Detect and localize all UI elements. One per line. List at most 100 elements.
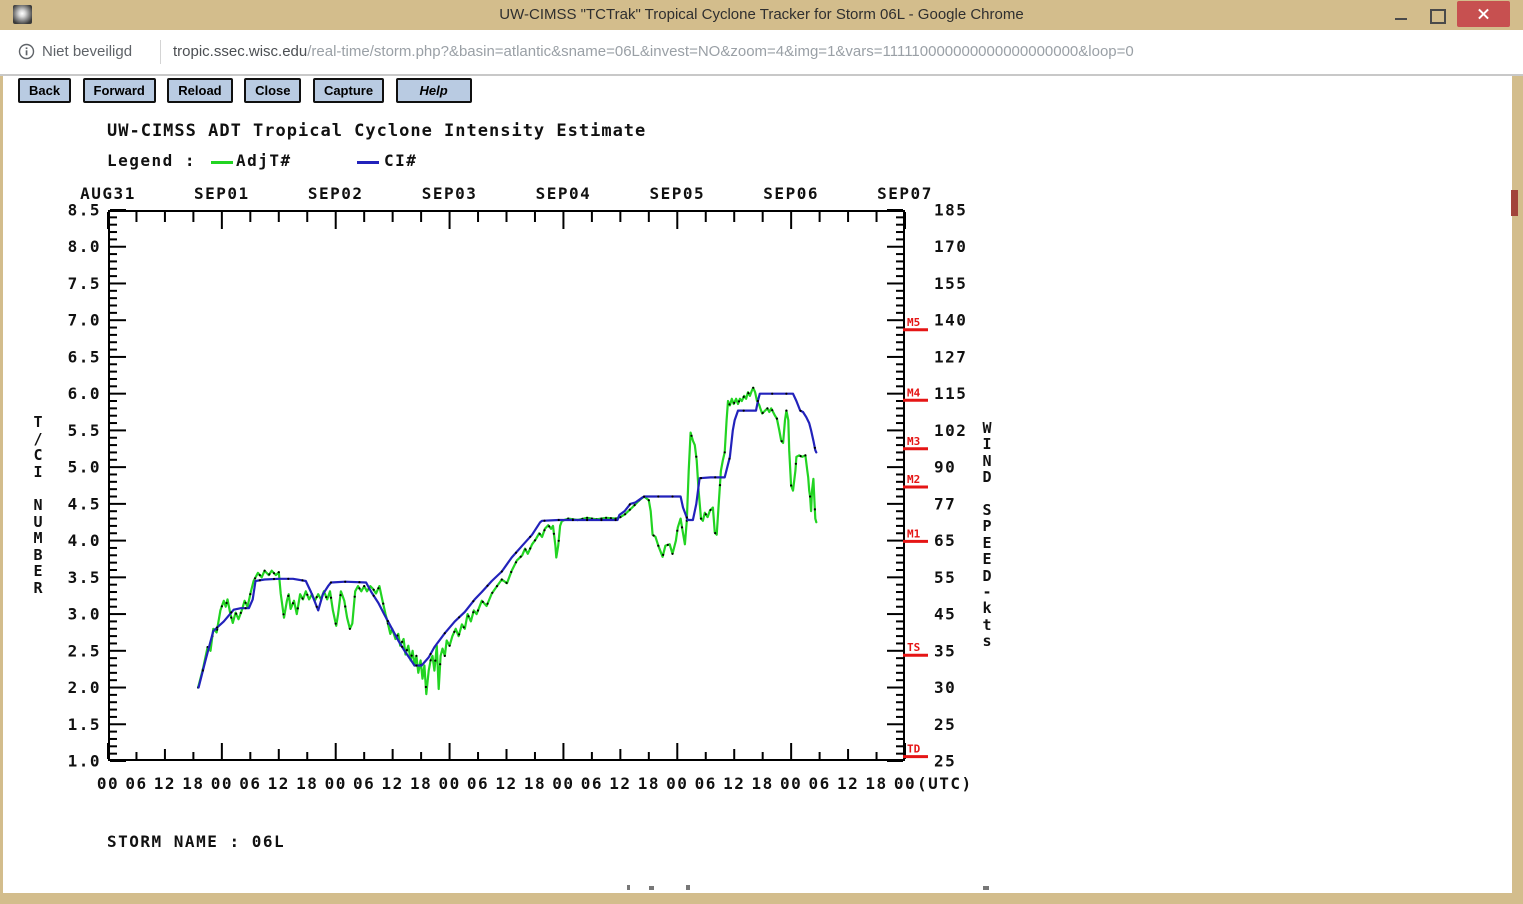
- x-axis-hour-label: 00: [211, 774, 233, 793]
- y-axis-right-label: 155: [934, 274, 967, 293]
- x-axis-hour-label: 00: [438, 774, 460, 793]
- data-point-dot: [230, 611, 232, 613]
- data-point-dot: [771, 409, 773, 411]
- data-point-dot: [814, 508, 816, 510]
- window-title: UW-CIMSS "TCTrak" Tropical Cyclone Track…: [0, 6, 1523, 23]
- data-point-dot: [463, 626, 465, 628]
- data-point-dot: [586, 517, 588, 519]
- data-point-dot: [501, 570, 503, 572]
- data-point-dot: [510, 571, 512, 573]
- x-axis-hour-label: 00: [325, 774, 347, 793]
- data-point-dot: [254, 577, 256, 579]
- close-page-button[interactable]: Close: [244, 78, 301, 103]
- close-window-button[interactable]: [1457, 1, 1510, 27]
- data-point-dot: [529, 536, 531, 538]
- data-point-dot: [453, 631, 455, 633]
- data-point-dot: [373, 589, 375, 591]
- data-point-dot: [629, 503, 631, 505]
- data-point-dot: [671, 495, 673, 497]
- data-point-dot: [491, 592, 493, 594]
- window-border-left: [0, 74, 3, 904]
- y-axis-left-label: 4.5: [68, 494, 101, 513]
- x-axis-hour-label: 12: [382, 774, 404, 793]
- clipped-text-fragment: [983, 886, 989, 890]
- security-status-label[interactable]: Niet beveiligd: [42, 43, 132, 60]
- y-axis-left-label: 7.0: [68, 311, 101, 330]
- data-point-dot: [747, 392, 749, 394]
- x-axis-date-label: SEP01: [194, 184, 250, 203]
- forward-button[interactable]: Forward: [83, 78, 156, 103]
- maximize-button[interactable]: [1424, 3, 1450, 27]
- data-point-dot: [700, 518, 702, 520]
- sshs-marker-label: M1: [907, 527, 921, 540]
- data-point-dot: [785, 393, 787, 395]
- legend-ci-label: CI#: [384, 151, 417, 170]
- sshs-marker-label: TS: [907, 641, 920, 654]
- data-point-dot: [629, 509, 631, 511]
- storm-name-label: STORM NAME : 06L: [107, 832, 285, 851]
- url-path: /real-time/storm.php?&basin=atlantic&sna…: [307, 43, 1134, 60]
- data-point-dot: [719, 484, 721, 486]
- x-axis-hour-label: 06: [125, 774, 147, 793]
- data-point-dot: [230, 617, 232, 619]
- data-point-dot: [339, 594, 341, 596]
- reload-button[interactable]: Reload: [167, 78, 232, 103]
- data-point-dot: [714, 476, 716, 478]
- x-axis-date-label: SEP03: [422, 184, 478, 203]
- data-point-dot: [292, 602, 294, 604]
- data-point-dot: [671, 553, 673, 555]
- y-axis-right-label: 170: [934, 237, 967, 256]
- data-point-dot: [757, 400, 759, 402]
- data-point-dot: [781, 440, 783, 442]
- data-point-dot: [335, 623, 337, 625]
- data-point-dot: [785, 410, 787, 412]
- address-url[interactable]: tropic.ssec.wisc.edu/real-time/storm.php…: [173, 43, 1134, 60]
- capture-button[interactable]: Capture: [313, 78, 384, 103]
- help-button[interactable]: Help: [396, 78, 472, 103]
- clipped-text-fragment: [627, 885, 630, 890]
- data-point-dot: [657, 545, 659, 547]
- data-point-dot: [245, 607, 247, 609]
- x-axis-hour-label: 18: [524, 774, 546, 793]
- x-axis-hour-label: 12: [837, 774, 859, 793]
- scrollbar-thumb[interactable]: [1511, 190, 1518, 216]
- data-point-dot: [705, 513, 707, 515]
- data-point-dot: [743, 410, 745, 412]
- x-axis-hour-label: 12: [154, 774, 176, 793]
- data-point-dot: [605, 517, 607, 519]
- x-axis-date-label: SEP04: [536, 184, 592, 203]
- data-point-dot: [221, 605, 223, 607]
- x-axis-hour-label: 06: [239, 774, 261, 793]
- data-point-dot: [534, 539, 536, 541]
- data-point-dot: [505, 582, 507, 584]
- data-point-dot: [558, 519, 560, 521]
- x-axis-hour-label: 18: [865, 774, 887, 793]
- y-axis-left-label: 4.0: [68, 531, 101, 550]
- data-point-dot: [425, 686, 427, 688]
- data-point-dot: [472, 600, 474, 602]
- data-point-dot: [240, 612, 242, 614]
- data-point-dot: [515, 561, 517, 563]
- data-point-dot: [330, 581, 332, 583]
- data-point-dot: [273, 578, 275, 580]
- data-point-dot: [278, 571, 280, 573]
- data-point-dot: [501, 578, 503, 580]
- minimize-button[interactable]: [1388, 3, 1414, 27]
- back-button[interactable]: Back: [18, 78, 71, 103]
- data-point-dot: [586, 519, 588, 521]
- y-axis-left-label: 6.0: [68, 384, 101, 403]
- data-point-dot: [482, 601, 484, 603]
- url-bar[interactable]: Niet beveiligd tropic.ssec.wisc.edu/real…: [0, 30, 1523, 76]
- data-point-dot: [662, 554, 664, 556]
- x-axis-hour-label: 06: [808, 774, 830, 793]
- page-toolbar: Back Forward Reload Close Capture Help: [18, 78, 479, 106]
- data-point-dot: [686, 516, 688, 518]
- y-axis-left-label: 3.0: [68, 605, 101, 624]
- info-icon[interactable]: [18, 43, 35, 60]
- data-point-dot: [406, 649, 408, 651]
- sshs-marker-label: M3: [907, 435, 920, 448]
- data-point-dot: [411, 655, 413, 657]
- data-point-dot: [657, 495, 659, 497]
- data-point-dot: [297, 607, 299, 609]
- data-point-dot: [415, 664, 417, 666]
